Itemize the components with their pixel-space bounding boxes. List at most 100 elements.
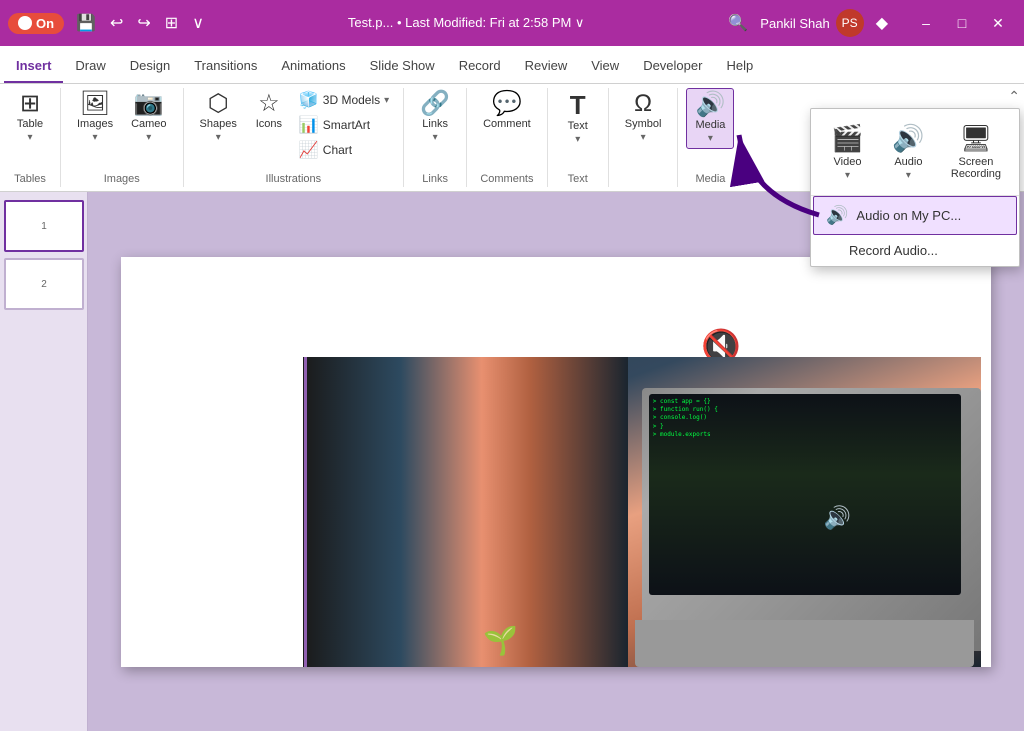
slide-thumb-1[interactable]: 1: [4, 200, 84, 252]
main-area: 1 2 🔇 > const app = {}> function run() {…: [0, 192, 1024, 731]
chart-button[interactable]: 📈 Chart: [293, 138, 395, 162]
links-icon: 🔗: [420, 92, 450, 116]
shapes-icon: ⬡: [208, 92, 229, 116]
audio-on-pc-button[interactable]: 🔊 Audio on My PC...: [813, 196, 1017, 235]
slide-image: > const app = {}> function run() {> cons…: [303, 357, 981, 667]
video-button[interactable]: 🎬 Video ▾: [819, 117, 876, 187]
images-icon: 🖼: [80, 92, 110, 116]
comment-icon: 💬: [492, 92, 522, 116]
dropdown-icon[interactable]: ∨: [188, 11, 208, 35]
cameo-icon: 📷: [134, 92, 164, 116]
screen-recording-icon: 🖥: [959, 123, 992, 154]
symbol-chevron: ▾: [641, 132, 646, 143]
toggle-label: On: [36, 16, 54, 31]
text-button[interactable]: T Text ▾: [556, 88, 600, 149]
symbol-icon: Ω: [634, 92, 652, 116]
chart-icon: 📈: [299, 140, 319, 160]
3dmodels-button[interactable]: 🧊 3D Models ▾: [293, 88, 395, 112]
tab-insert[interactable]: Insert: [4, 50, 63, 83]
images-chevron: ▾: [93, 132, 98, 143]
tab-view[interactable]: View: [579, 50, 631, 83]
user-name: Pankil Shah: [760, 16, 829, 31]
layout-icon[interactable]: ⊞: [161, 11, 182, 35]
slide-thumb-2[interactable]: 2: [4, 258, 84, 310]
minimize-button[interactable]: –: [908, 8, 944, 38]
brand-icon[interactable]: ◆: [872, 11, 892, 35]
tab-transitions[interactable]: Transitions: [182, 50, 269, 83]
table-button[interactable]: ⊞ Table ▾: [8, 88, 52, 147]
slide-canvas[interactable]: 🔇 > const app = {}> function run() {> co…: [121, 257, 991, 667]
save-icon[interactable]: 💾: [72, 11, 100, 35]
redo-icon[interactable]: ↪: [133, 11, 154, 35]
table-chevron: ▾: [27, 132, 32, 143]
group-media: 🔊 Media ▾ Media: [678, 88, 742, 187]
toggle-on-button[interactable]: On: [8, 13, 64, 34]
smartart-icon: 📊: [299, 115, 319, 135]
media-group-label: Media: [695, 173, 725, 185]
tab-record[interactable]: Record: [447, 50, 513, 83]
undo-icon[interactable]: ↩: [106, 11, 127, 35]
record-audio-button[interactable]: Record Audio...: [811, 235, 1019, 266]
illustrations-col: 🧊 3D Models ▾ 📊 SmartArt 📈 Chart: [293, 88, 395, 180]
text-icon: T: [570, 92, 586, 118]
cameo-button[interactable]: 📷 Cameo ▾: [123, 88, 174, 147]
video-icon: 🎬: [831, 123, 863, 154]
plant-decoration: 🌱: [483, 624, 518, 657]
maximize-button[interactable]: □: [944, 8, 980, 38]
screen-recording-label: Screen Recording: [951, 156, 1001, 180]
audio-on-pc-label: Audio on My PC...: [856, 208, 961, 223]
symbol-button[interactable]: Ω Symbol ▾: [617, 88, 670, 147]
icons-button[interactable]: ☆ Icons: [247, 88, 291, 134]
group-symbols: Ω Symbol ▾: [609, 88, 679, 187]
slide-thumb-1-label: 1: [41, 221, 47, 232]
comment-button[interactable]: 💬 Comment: [475, 88, 539, 134]
audio-button[interactable]: 🔊 Audio ▾: [880, 117, 937, 187]
links-chevron: ▾: [433, 132, 438, 143]
tab-help[interactable]: Help: [714, 50, 765, 83]
avatar: PS: [836, 9, 864, 37]
audio-chevron: ▾: [906, 170, 911, 181]
slide-panel: 1 2: [0, 192, 88, 731]
slide-thumb-2-label: 2: [41, 279, 47, 290]
group-comments: 💬 Comment Comments: [467, 88, 548, 187]
3dmodels-icon: 🧊: [299, 90, 319, 110]
links-group-label: Links: [422, 173, 448, 185]
illustrations-group-label: Illustrations: [266, 173, 322, 185]
user-info: Pankil Shah PS: [760, 9, 863, 37]
links-button[interactable]: 🔗 Links ▾: [412, 88, 458, 147]
comments-group-label: Comments: [480, 173, 533, 185]
close-button[interactable]: ✕: [980, 8, 1016, 38]
record-audio-label: Record Audio...: [849, 243, 938, 258]
audio-icon: 🔊: [892, 123, 924, 154]
3dmodels-chevron: ▾: [384, 95, 389, 106]
title-bar-icons: 💾 ↩ ↪ ⊞ ∨: [72, 11, 208, 35]
group-links: 🔗 Links ▾ Links: [404, 88, 467, 187]
group-tables: ⊞ Table ▾ Tables: [0, 88, 61, 187]
search-icon[interactable]: 🔍: [724, 11, 752, 35]
title-bar: On 💾 ↩ ↪ ⊞ ∨ Test.p... • Last Modified: …: [0, 0, 1024, 46]
video-chevron: ▾: [845, 170, 850, 181]
tab-slideshow[interactable]: Slide Show: [358, 50, 447, 83]
tab-developer[interactable]: Developer: [631, 50, 714, 83]
group-images: 🖼 Images ▾ 📷 Cameo ▾ Images: [61, 88, 184, 187]
cameo-chevron: ▾: [146, 132, 151, 143]
slide-selector-border: [304, 357, 307, 667]
tab-review[interactable]: Review: [513, 50, 580, 83]
screen-recording-button[interactable]: 🖥 Screen Recording: [941, 117, 1011, 187]
tab-draw[interactable]: Draw: [63, 50, 117, 83]
text-chevron: ▾: [575, 134, 580, 145]
tab-animations[interactable]: Animations: [269, 50, 357, 83]
shapes-button[interactable]: ⬡ Shapes ▾: [192, 88, 245, 147]
images-button[interactable]: 🖼 Images ▾: [69, 88, 121, 147]
tab-design[interactable]: Design: [118, 50, 182, 83]
ribbon-tabs: Insert Draw Design Transitions Animation…: [0, 46, 1024, 84]
table-label: Table: [17, 118, 43, 130]
group-text: T Text ▾ Text: [548, 88, 609, 187]
group-illustrations: ⬡ Shapes ▾ ☆ Icons 🧊 3D Models ▾ 📊 Smart…: [184, 88, 405, 187]
collapse-ribbon-button[interactable]: ⌃: [1008, 88, 1020, 105]
media-button[interactable]: 🔊 Media ▾: [686, 88, 734, 149]
canvas-area: 🔇 > const app = {}> function run() {> co…: [88, 192, 1024, 731]
media-dropdown: 🎬 Video ▾ 🔊 Audio ▾ 🖥 Screen Recording 🔊…: [810, 108, 1020, 267]
media-dropdown-top: 🎬 Video ▾ 🔊 Audio ▾ 🖥 Screen Recording: [811, 109, 1019, 196]
smartart-button[interactable]: 📊 SmartArt: [293, 113, 395, 137]
